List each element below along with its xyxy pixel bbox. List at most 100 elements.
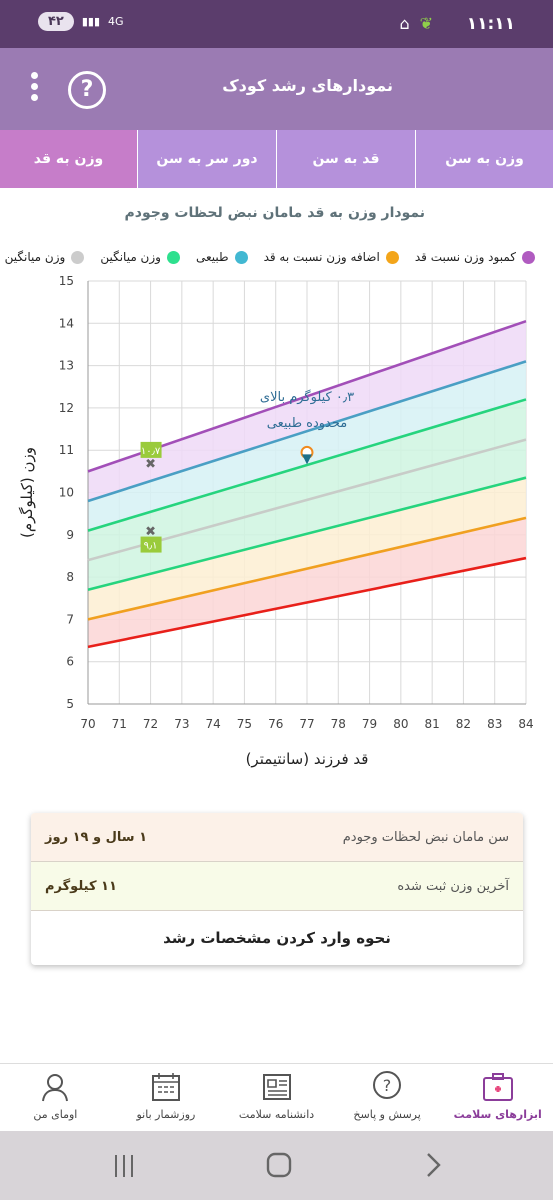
legend-item: طبیعی [196, 250, 248, 264]
clock: ۱۱:۱۱ [466, 14, 515, 34]
marker-cross: ✖ [145, 457, 156, 472]
recents-icon[interactable] [115, 1155, 133, 1177]
bottom-navigation: ابزارهای سلامت ? پرسش و پاسخ دانشنامه سل… [0, 1063, 553, 1132]
notification-count: ۴۲ [38, 12, 74, 31]
x-tick-label: 73 [174, 717, 189, 731]
question-bubble-icon: ? [373, 1071, 402, 1099]
y-tick-label: 5 [66, 697, 74, 711]
legend-dot [522, 250, 535, 264]
status-left: ۴۲ ▮▮▮ 4G [38, 12, 124, 31]
x-axis-label: قد فرزند (سانتیمتر) [246, 750, 369, 768]
signal-icon: ▮▮▮ [81, 14, 101, 28]
legend-label: وزن میانگین [100, 250, 161, 264]
x-tick-label: 77 [299, 717, 314, 731]
x-tick-label: 82 [456, 717, 471, 731]
status-icons: ⌂ ❦ [399, 14, 433, 33]
legend-label: کمبود وزن نسبت قد [414, 250, 516, 264]
nav-qa[interactable]: ? پرسش و پاسخ [332, 1064, 443, 1132]
legend-label: وزن میانگین [4, 250, 66, 264]
marker-cross: ✖ [145, 525, 156, 540]
weight-row: آخرین وزن ثبت شده ۱۱ کیلوگرم [31, 862, 523, 911]
age-label: سن مامان نبض لحظات وجودم [342, 829, 509, 845]
status-bar: ۴۲ ▮▮▮ 4G ⌂ ❦ ۱۱:۱۱ [0, 0, 553, 48]
chart-title: نمودار وزن به قد مامان نبض لحظات وجودم [124, 205, 426, 221]
x-tick-label: 83 [487, 717, 502, 731]
nav-calendar[interactable]: روزشمار بانو [111, 1064, 222, 1132]
weight-value: ۱۱ کیلوگرم [45, 878, 117, 894]
newspaper-icon [262, 1074, 291, 1100]
nav-encyclopedia[interactable]: دانشنامه سلامت [221, 1064, 332, 1132]
x-tick-label: 75 [237, 717, 252, 731]
legend-dot [166, 250, 180, 264]
howto-button[interactable]: نحوه وارد کردن مشخصات رشد [31, 911, 523, 965]
medkit-icon [482, 1073, 513, 1101]
screenshot-icon: ⌂ [399, 14, 410, 33]
annotation-line-1: ۰٫۳ کیلوگرم بالای [260, 389, 354, 405]
legend-item: اضافه وزن نسبت به قد [264, 250, 399, 264]
legend-dot [385, 250, 399, 264]
y-tick-label: 15 [59, 274, 74, 288]
legend-label: اضافه وزن نسبت به قد [263, 250, 380, 264]
nav-label: پرسش و پاسخ [353, 1108, 421, 1121]
marker-label: ۱۰٫۷ [141, 446, 161, 457]
system-nav-buttons [115, 1152, 441, 1178]
x-tick-label: 84 [518, 717, 533, 731]
growth-info-card: سن مامان نبض لحظات وجودم ۱ سال و ۱۹ روز … [31, 813, 523, 965]
y-tick-label: 8 [66, 570, 74, 584]
legend-dot [234, 250, 248, 264]
y-tick-label: 10 [59, 486, 74, 500]
y-tick-label: 7 [66, 612, 74, 626]
y-tick-label: 12 [59, 401, 74, 415]
legend-item: کمبود وزن نسبت قد [415, 250, 535, 264]
tab-weight-for-age[interactable]: وزن به سن [415, 130, 553, 188]
legend-item: وزن میانگین [5, 250, 85, 264]
nav-label: اومای من [33, 1108, 78, 1121]
leaf-icon: ❦ [419, 14, 433, 33]
weight-for-height-chart: 70 71 72 73 74 75 76 77 78 79 80 81 82 83 845678910111… [18, 274, 534, 768]
y-tick-label: 6 [66, 655, 74, 669]
app-bar: ? نمودارهای رشد کودک [0, 48, 553, 130]
nav-label: ابزارهای سلامت [453, 1108, 542, 1121]
system-navigation-bar [0, 1131, 553, 1200]
network-type: 4G [108, 14, 124, 28]
back-icon[interactable] [427, 1153, 441, 1177]
calendar-icon [151, 1073, 180, 1101]
y-tick-label: 14 [59, 316, 74, 330]
nav-label: دانشنامه سلامت [238, 1108, 315, 1121]
weight-label: آخرین وزن ثبت شده [397, 878, 509, 894]
legend-label: طبیعی [195, 250, 229, 264]
marker-label: ۹٫۱ [144, 541, 158, 552]
x-tick-label: 76 [268, 717, 283, 731]
chart-legend: کمبود وزن نسبت قد اضافه وزن نسبت به قد ط… [5, 250, 535, 264]
tab-head-for-age[interactable]: دور سر به سن [137, 130, 276, 188]
overflow-menu-icon[interactable] [27, 72, 41, 106]
age-value: ۱ سال و ۱۹ روز [45, 829, 147, 845]
y-tick-label: 11 [59, 443, 74, 457]
x-tick-label: 70 [80, 717, 95, 731]
x-tick-label: 81 [425, 717, 440, 731]
x-tick-label: 78 [331, 717, 346, 731]
tab-height-for-age[interactable]: قد به سن [276, 130, 415, 188]
nav-health-tools[interactable]: ابزارهای سلامت [442, 1064, 553, 1132]
page-title: نمودارهای رشد کودک [222, 76, 393, 95]
x-tick-label: 72 [143, 717, 158, 731]
chart-tabs: وزن به سن قد به سن دور سر به سن وزن به ق… [0, 130, 553, 188]
x-tick-label: 80 [393, 717, 408, 731]
nav-label: روزشمار بانو [136, 1108, 196, 1121]
tab-weight-for-height[interactable]: وزن به قد [0, 130, 137, 188]
annotation-line-2: محدوده طبیعی [267, 416, 348, 431]
legend-item: وزن میانگین [100, 250, 180, 264]
x-tick-label: 79 [362, 717, 377, 731]
y-tick-label: 13 [59, 359, 74, 373]
y-tick-label: 9 [66, 528, 74, 542]
y-axis-label: وزن (کیلوگرم) [18, 447, 36, 538]
help-icon[interactable]: ? [68, 71, 106, 109]
x-tick-label: 71 [112, 717, 127, 731]
nav-profile[interactable]: اومای من [0, 1064, 111, 1132]
legend-dot [71, 250, 85, 264]
x-tick-label: 74 [206, 717, 221, 731]
home-icon[interactable] [266, 1152, 292, 1178]
svg-text:?: ? [383, 1076, 392, 1095]
age-row: سن مامان نبض لحظات وجودم ۱ سال و ۱۹ روز [31, 813, 523, 862]
profile-icon [42, 1074, 69, 1102]
